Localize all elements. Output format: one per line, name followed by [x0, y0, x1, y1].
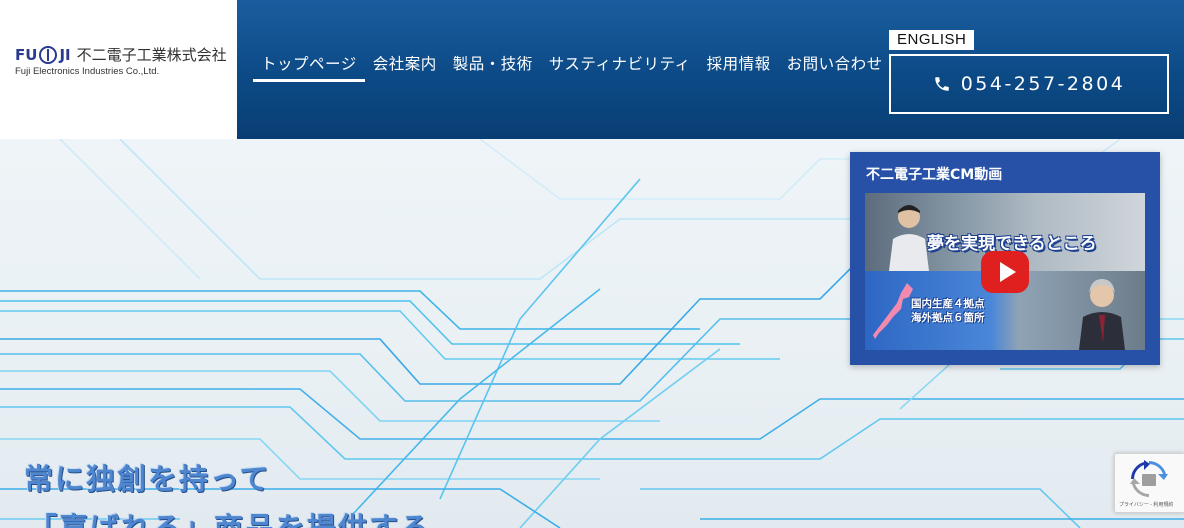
site-header: FU JI 不二電子工業株式会社 Fuji Electronics Industr…: [0, 0, 1184, 139]
cm-video-thumbnail[interactable]: 夢を実現できるところ 国内生産４拠点 海外拠点６箇所: [865, 193, 1145, 350]
hero-headline-1: 常に独創を持って: [24, 462, 271, 496]
nav-item-contact[interactable]: お問い合わせ: [779, 50, 891, 82]
recaptcha-footer[interactable]: プライバシー - 利用規約: [1119, 501, 1173, 508]
person-image-2: [1079, 279, 1125, 350]
nav-item-products[interactable]: 製品・技術: [445, 50, 541, 82]
thumbnail-caption: 国内生産４拠点 海外拠点６箇所: [911, 297, 985, 325]
thumbnail-caption-1: 国内生産４拠点: [911, 298, 985, 310]
logo-circle-icon: [39, 45, 58, 64]
logo-brand-right: JI: [59, 45, 71, 64]
nav-bar: トップページ 会社案内 製品・技術 サスティナビリティ 採用情報 お問い合わせ …: [237, 0, 1184, 139]
english-link[interactable]: ENGLISH: [889, 30, 975, 50]
logo-area[interactable]: FU JI 不二電子工業株式会社 Fuji Electronics Industr…: [0, 0, 237, 139]
nav-item-company[interactable]: 会社案内: [365, 50, 445, 82]
company-name-en: Fuji Electronics Industries Co.,Ltd.: [15, 66, 160, 77]
play-icon[interactable]: [981, 251, 1029, 293]
hero-headline-2: 「喜ばれる」商品を提供する: [28, 511, 432, 528]
phone-button[interactable]: 054-257-2804: [889, 54, 1169, 114]
phone-icon: [934, 77, 949, 91]
cm-video-card[interactable]: 不二電子工業CM動画 夢を実現できるところ 国内生産４拠点 海外拠点６箇所: [850, 152, 1160, 365]
recaptcha-icon: [1130, 460, 1168, 497]
nav-item-top[interactable]: トップページ: [253, 50, 365, 82]
cm-video-title: 不二電子工業CM動画: [866, 167, 1003, 183]
nav-item-recruit[interactable]: 採用情報: [699, 50, 779, 82]
nav-item-sustainability[interactable]: サスティナビリティ: [541, 50, 699, 82]
japan-map-image: [873, 283, 913, 339]
thumbnail-caption-2: 海外拠点６箇所: [911, 312, 985, 324]
logo-brand: FU JI: [15, 45, 71, 64]
company-name-jp: 不二電子工業株式会社: [76, 46, 227, 64]
logo-brand-left: FU: [15, 45, 38, 64]
logo[interactable]: FU JI 不二電子工業株式会社: [15, 44, 227, 65]
person-image: [889, 205, 929, 271]
phone-number: 054-257-2804: [960, 73, 1126, 95]
recaptcha-badge[interactable]: プライバシー - 利用規約: [1114, 453, 1184, 513]
main-nav: トップページ 会社案内 製品・技術 サスティナビリティ 採用情報 お問い合わせ: [253, 50, 891, 82]
